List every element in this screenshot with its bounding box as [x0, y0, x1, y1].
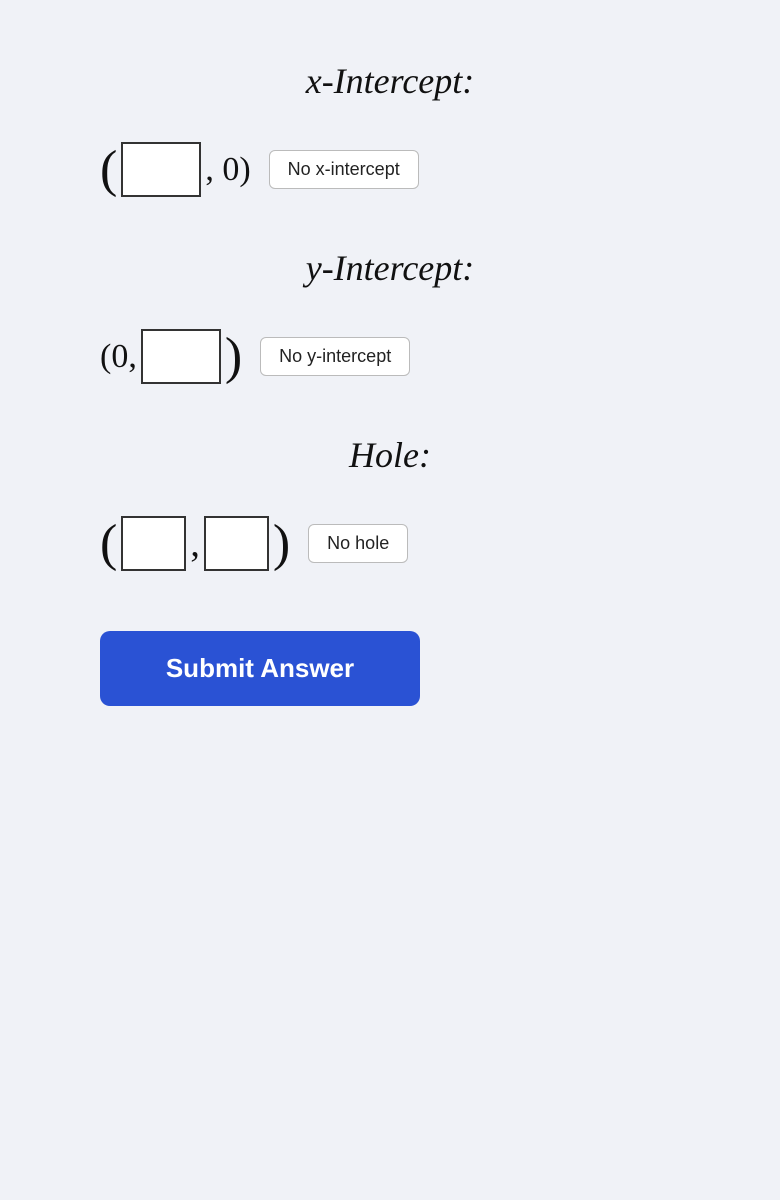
- hole-open-paren: (: [100, 518, 117, 570]
- y-intercept-input[interactable]: [141, 329, 221, 384]
- hole-title: Hole:: [349, 434, 431, 476]
- x-intercept-expr: ( , 0): [100, 142, 251, 197]
- x-intercept-row: ( , 0) No x-intercept: [40, 142, 740, 197]
- y-intercept-row: (0, ) No y-intercept: [40, 329, 740, 384]
- y-intercept-section: y-Intercept: (0, ) No y-intercept: [40, 247, 740, 384]
- hole-input-y[interactable]: [204, 516, 269, 571]
- hole-section: Hole: ( , ) No hole: [40, 434, 740, 571]
- y-intercept-expr: (0, ): [100, 329, 242, 384]
- hole-row: ( , ) No hole: [40, 516, 740, 571]
- x-open-paren: (: [100, 144, 117, 196]
- no-x-intercept-button[interactable]: No x-intercept: [269, 150, 419, 189]
- no-hole-button[interactable]: No hole: [308, 524, 408, 563]
- hole-expr: ( , ): [100, 516, 290, 571]
- hole-close-paren: ): [273, 518, 290, 570]
- submit-answer-button[interactable]: Submit Answer: [100, 631, 420, 706]
- x-intercept-title: x-Intercept:: [306, 60, 475, 102]
- y-intercept-title: y-Intercept:: [306, 247, 475, 289]
- y-intercept-prefix: (0,: [100, 338, 137, 376]
- y-close-paren: ): [225, 331, 242, 383]
- x-intercept-suffix: , 0): [205, 151, 250, 189]
- hole-input-x[interactable]: [121, 516, 186, 571]
- x-intercept-section: x-Intercept: ( , 0) No x-intercept: [40, 60, 740, 197]
- x-intercept-input[interactable]: [121, 142, 201, 197]
- hole-comma: ,: [190, 522, 200, 566]
- no-y-intercept-button[interactable]: No y-intercept: [260, 337, 410, 376]
